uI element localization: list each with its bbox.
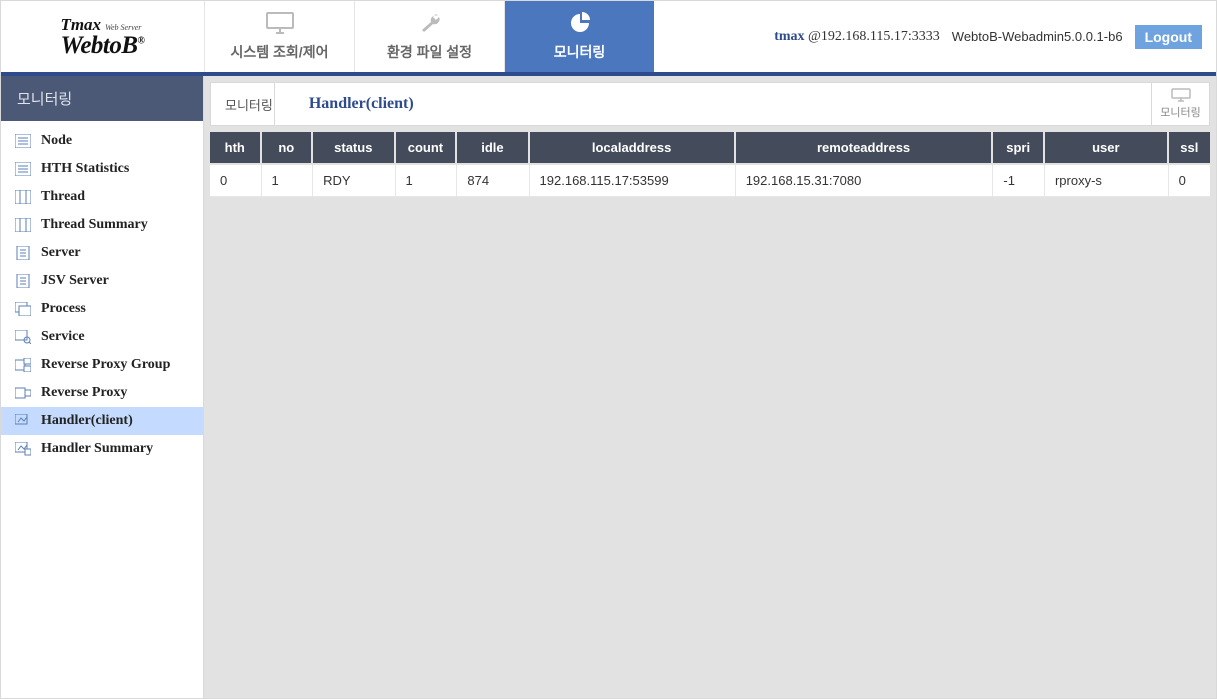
sidebar-item-label: Reverse Proxy Group [41, 357, 170, 373]
top-bar: TmaxWeb Server WebtoB® 시스템 조회/제어 [1, 1, 1216, 76]
cell-count: 1 [396, 165, 458, 197]
monitor-small-icon [1171, 88, 1191, 102]
breadcrumb: 모니터링 Handler(client) 모니터링 [210, 82, 1210, 126]
sidebar-nav: Node HTH Statistics Thread Thread Summar… [1, 121, 203, 469]
sidebar-item-label: HTH Statistics [41, 161, 129, 177]
sidebar-item-label: Handler(client) [41, 413, 133, 429]
col-header-hth[interactable]: hth [210, 132, 262, 165]
col-header-spri[interactable]: spri [993, 132, 1045, 165]
app-root: TmaxWeb Server WebtoB® 시스템 조회/제어 [0, 0, 1217, 699]
col-header-localaddress[interactable]: localaddress [530, 132, 736, 165]
sidebar-item-label: Thread Summary [41, 217, 148, 233]
proxy-group-icon [15, 358, 31, 372]
sidebar-item-label: Process [41, 301, 86, 317]
pie-chart-icon [566, 12, 594, 34]
grid-icon [15, 190, 31, 204]
wrench-icon [416, 12, 444, 34]
sidebar-item-service[interactable]: Service [1, 323, 203, 351]
table-row[interactable]: 0 1 RDY 1 874 192.168.115.17:53599 192.1… [210, 165, 1210, 197]
logo[interactable]: TmaxWeb Server WebtoB® [1, 1, 204, 72]
tab-env-file-settings[interactable]: 환경 파일 설정 [354, 1, 504, 72]
sidebar-item-node[interactable]: Node [1, 127, 203, 155]
main-area: 모니터링 Handler(client) 모니터링 [204, 76, 1216, 698]
sidebar-item-label: Handler Summary [41, 441, 153, 457]
logo-brand-sub: Web Server [105, 23, 141, 32]
sidebar-item-thread-summary[interactable]: Thread Summary [1, 211, 203, 239]
sidebar-item-hth-statistics[interactable]: HTH Statistics [1, 155, 203, 183]
col-header-idle[interactable]: idle [457, 132, 529, 165]
nav-tabs: 시스템 조회/제어 환경 파일 설정 모니터링 [204, 1, 654, 72]
sidebar-item-label: Reverse Proxy [41, 385, 127, 401]
cell-spri: -1 [993, 165, 1045, 197]
tab-system-control[interactable]: 시스템 조회/제어 [204, 1, 354, 72]
logout-button[interactable]: Logout [1135, 25, 1202, 49]
cell-no: 1 [262, 165, 314, 197]
header-right: tmax @192.168.115.17:3333 WebtoB-Webadmi… [654, 1, 1216, 72]
tab-monitoring[interactable]: 모니터링 [504, 1, 654, 72]
sidebar-item-reverse-proxy[interactable]: Reverse Proxy [1, 379, 203, 407]
sidebar-title: 모니터링 [1, 76, 203, 121]
list-icon [15, 162, 31, 176]
sidebar-item-label: Node [41, 133, 72, 149]
sidebar-item-label: Thread [41, 189, 85, 205]
sidebar-item-label: Service [41, 329, 85, 345]
breadcrumb-separator-icon [287, 82, 289, 126]
col-header-status[interactable]: status [313, 132, 395, 165]
body: 모니터링 Node HTH Statistics Thread Thread S… [1, 76, 1216, 698]
logo-brand-bottom: WebtoB [60, 32, 137, 59]
sidebar-item-process[interactable]: Process [1, 295, 203, 323]
sidebar-item-label: Server [41, 245, 81, 261]
proxy-icon [15, 386, 31, 400]
logo-registered: ® [138, 35, 145, 46]
col-header-ssl[interactable]: ssl [1169, 132, 1210, 165]
col-header-no[interactable]: no [262, 132, 314, 165]
tab-label: 환경 파일 설정 [387, 42, 472, 62]
list-icon [15, 134, 31, 148]
cell-idle: 874 [457, 165, 529, 197]
cell-remoteaddress: 192.168.15.31:7080 [736, 165, 994, 197]
data-table: hth no status count idle localaddress re… [210, 132, 1210, 197]
page-icon [15, 274, 31, 288]
header-host: @192.168.115.17:3333 [808, 29, 940, 44]
sidebar: 모니터링 Node HTH Statistics Thread Thread S… [1, 76, 204, 698]
cell-hth: 0 [210, 165, 262, 197]
page-icon [15, 246, 31, 260]
header-user: tmax [774, 29, 804, 44]
breadcrumb-current: Handler(client) [289, 95, 414, 113]
cell-status: RDY [313, 165, 395, 197]
sidebar-item-label: JSV Server [41, 273, 109, 289]
header-version: WebtoB-Webadmin5.0.0.1-b6 [952, 29, 1123, 44]
host-info: tmax @192.168.115.17:3333 [774, 29, 940, 45]
handler-icon [15, 414, 31, 428]
stack-icon [15, 302, 31, 316]
breadcrumb-context-label: 모니터링 [1160, 104, 1200, 120]
sidebar-item-handler-summary[interactable]: Handler Summary [1, 435, 203, 463]
monitor-icon [266, 12, 294, 34]
tab-label: 모니터링 [554, 42, 606, 62]
handler-summary-icon [15, 442, 31, 456]
sidebar-item-handler-client[interactable]: Handler(client) [1, 407, 203, 435]
col-header-user[interactable]: user [1045, 132, 1169, 165]
sidebar-item-reverse-proxy-group[interactable]: Reverse Proxy Group [1, 351, 203, 379]
sidebar-item-server[interactable]: Server [1, 239, 203, 267]
table-header-row: hth no status count idle localaddress re… [210, 132, 1210, 165]
col-header-remoteaddress[interactable]: remoteaddress [736, 132, 994, 165]
sidebar-item-jsv-server[interactable]: JSV Server [1, 267, 203, 295]
grid-icon [15, 218, 31, 232]
search-list-icon [15, 330, 31, 344]
breadcrumb-context-panel: 모니터링 [1151, 83, 1209, 125]
tab-label: 시스템 조회/제어 [231, 42, 329, 62]
cell-user: rproxy-s [1045, 165, 1169, 197]
cell-ssl: 0 [1169, 165, 1210, 197]
cell-localaddress: 192.168.115.17:53599 [530, 165, 736, 197]
col-header-count[interactable]: count [396, 132, 458, 165]
sidebar-item-thread[interactable]: Thread [1, 183, 203, 211]
